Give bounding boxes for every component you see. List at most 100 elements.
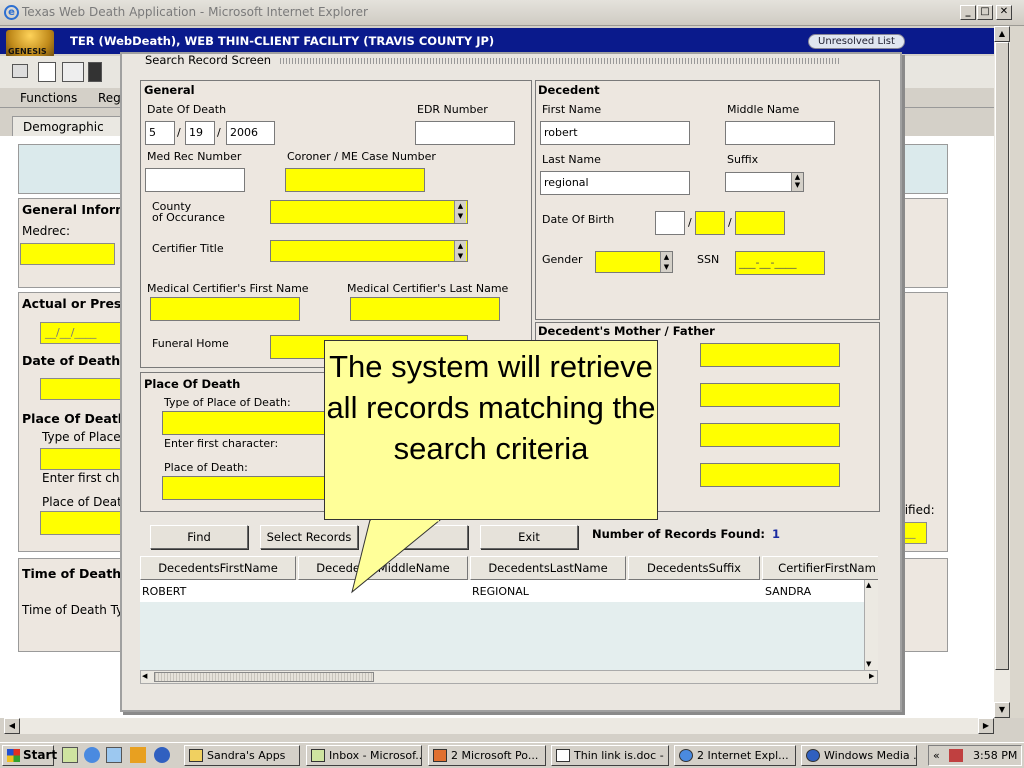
dob-year-input[interactable]	[735, 211, 785, 235]
bg-date-field[interactable]: __/__/____	[40, 322, 122, 344]
dialog-title-bar[interactable]: Search Record Screen	[140, 52, 880, 70]
first-name-label: First Name	[542, 103, 602, 116]
cert-first-name-input[interactable]	[150, 297, 300, 321]
tray-expand-icon[interactable]: «	[933, 746, 940, 765]
grid-scroll-down-icon[interactable]: ▼	[866, 660, 871, 668]
grid-vertical-scrollbar[interactable]	[864, 580, 878, 670]
vertical-scroll-thumb[interactable]	[995, 42, 1009, 670]
bg-place-of-death-label: Place of Death	[42, 495, 130, 509]
gender-label: Gender	[542, 253, 583, 266]
clock[interactable]: 3:58 PM	[973, 746, 1017, 765]
first-name-input[interactable]: robert	[540, 121, 690, 145]
unresolved-list-button[interactable]: Unresolved List	[808, 34, 905, 49]
folder-icon	[189, 749, 203, 762]
dialog-drag-grip[interactable]	[280, 58, 840, 64]
task-inbox[interactable]: Inbox - Microsof...	[306, 745, 422, 766]
date-of-death-label: Date Of Death	[147, 103, 227, 116]
ssn-input[interactable]: ___-__-____	[735, 251, 825, 275]
menu-reg[interactable]: Reg	[98, 91, 121, 105]
task-label: Sandra's Apps	[207, 749, 286, 762]
start-label: Start	[23, 748, 58, 762]
minimize-button[interactable]: _	[960, 5, 976, 20]
task-internet-explorer[interactable]: 2 Internet Expl...	[674, 745, 796, 766]
bg-place-field[interactable]	[40, 511, 122, 535]
scroll-up-button[interactable]: ▲	[994, 26, 1010, 42]
gender-spinner-icon[interactable]: ▲ ▼	[660, 252, 672, 272]
mother-last-input[interactable]	[700, 383, 840, 407]
tab-demographic[interactable]: Demographic 1	[12, 116, 122, 148]
date-slash: /	[728, 216, 732, 229]
dod-day-input[interactable]: 19	[185, 121, 215, 145]
window-icon[interactable]	[12, 64, 28, 78]
med-rec-label: Med Rec Number	[147, 150, 242, 163]
mother-first-input[interactable]	[700, 343, 840, 367]
col-suffix[interactable]: DecedentsSuffix	[628, 556, 760, 580]
county-spinner-icon[interactable]: ▲ ▼	[454, 201, 466, 223]
exit-button[interactable]: Exit	[480, 525, 578, 549]
start-button[interactable]: Start	[2, 745, 58, 766]
certifier-title-label: Certifier Title	[152, 242, 224, 255]
close-button[interactable]: ✕	[996, 5, 1012, 20]
ie-icon	[679, 749, 693, 762]
menu-functions[interactable]: Functions	[20, 91, 77, 105]
task-windows-media[interactable]: Windows Media ...	[801, 745, 917, 766]
last-name-label: Last Name	[542, 153, 601, 166]
col-certifier-first[interactable]: CertifierFirstNam	[762, 556, 878, 580]
network-icon[interactable]	[949, 749, 963, 762]
quicklaunch-icon[interactable]	[62, 747, 78, 763]
find-button[interactable]: Find	[150, 525, 248, 549]
task-sandras-apps[interactable]: Sandra's Apps	[184, 745, 300, 766]
certifier-title-select[interactable]	[270, 240, 468, 262]
grid-scroll-left-icon[interactable]: ◀	[142, 672, 147, 680]
bg-type-field[interactable]	[40, 448, 122, 470]
outlook-quicklaunch-icon[interactable]	[106, 747, 122, 763]
callout-pointer	[351, 518, 442, 594]
place-of-death-label: Place of Death:	[164, 461, 248, 474]
bg-medrec-field[interactable]	[20, 243, 115, 265]
last-name-input[interactable]: regional	[540, 171, 690, 195]
coroner-label: Coroner / ME Case Number	[287, 150, 436, 163]
col-first-name[interactable]: DecedentsFirstName	[140, 556, 296, 580]
decedent-panel	[535, 80, 880, 320]
bg-general-info: General Inform	[22, 202, 129, 217]
dod-month-input[interactable]: 5	[145, 121, 175, 145]
middle-name-input[interactable]	[725, 121, 835, 145]
edit-document-icon[interactable]	[62, 62, 84, 82]
grid-scroll-thumb[interactable]	[154, 672, 374, 682]
tool-quicklaunch-icon[interactable]	[130, 747, 146, 763]
dob-day-input[interactable]	[695, 211, 725, 235]
task-thin-link-doc[interactable]: Thin link is.doc - ...	[551, 745, 669, 766]
grid-scroll-up-icon[interactable]: ▲	[866, 581, 871, 589]
scroll-right-button[interactable]: ▶	[978, 718, 994, 734]
med-rec-input[interactable]	[145, 168, 245, 192]
dob-month-input[interactable]	[655, 211, 685, 235]
task-powerpoint[interactable]: 2 Microsoft Po...	[428, 745, 546, 766]
bg-dod-type-field[interactable]	[40, 378, 122, 400]
cert-last-name-input[interactable]	[350, 297, 500, 321]
task-label: Thin link is.doc - ...	[574, 749, 669, 762]
cell-certifier-first: SANDRA	[765, 585, 812, 598]
new-document-icon[interactable]	[38, 62, 56, 82]
county-label: County of Occurance	[152, 200, 225, 224]
horizontal-scrollbar[interactable]	[4, 718, 994, 734]
edr-number-input[interactable]	[415, 121, 515, 145]
maximize-button[interactable]: □	[977, 5, 993, 20]
media-quicklaunch-icon[interactable]	[154, 747, 170, 763]
dod-year-input[interactable]: 2006	[226, 121, 275, 145]
coroner-input[interactable]	[285, 168, 425, 192]
enter-first-char-label: Enter first character:	[164, 437, 279, 450]
bg-time-type: Time of Death Ty	[22, 603, 124, 617]
cert-first-name-label: Medical Certifier's First Name	[147, 282, 309, 295]
father-last-input[interactable]	[700, 463, 840, 487]
callout-text: The system will retrieve all records mat…	[326, 349, 656, 466]
ie-quicklaunch-icon[interactable]	[84, 747, 100, 763]
father-first-input[interactable]	[700, 423, 840, 447]
suffix-spinner-icon[interactable]: ▲ ▼	[791, 173, 803, 191]
exit-door-icon[interactable]	[88, 62, 102, 82]
col-last-name[interactable]: DecedentsLastName	[470, 556, 626, 580]
county-select[interactable]	[270, 200, 468, 224]
grid-scroll-right-icon[interactable]: ▶	[869, 672, 874, 680]
scroll-left-button[interactable]: ◀	[4, 718, 20, 734]
certifier-title-spinner-icon[interactable]: ▲ ▼	[454, 241, 466, 261]
scroll-down-button[interactable]: ▼	[994, 702, 1010, 718]
